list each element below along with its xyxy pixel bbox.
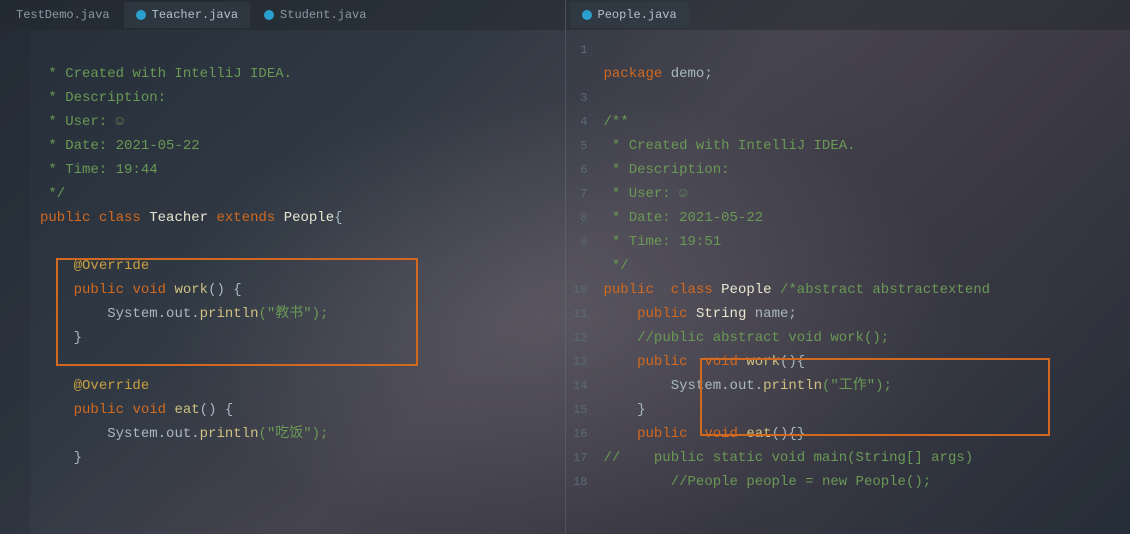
paren: () [208,282,225,298]
comment-line: //People people = new People(); [671,474,931,490]
left-tabs: TestDemo.java Teacher.java Student.java [0,0,565,30]
kw-void: void [132,402,166,418]
paren: () [200,402,217,418]
kw-public: public [74,402,124,418]
kw-public: public [637,426,687,442]
comment-line: /** [604,114,629,130]
class-icon [264,10,274,20]
semi: ; [788,306,796,322]
kw-void: void [704,426,738,442]
comment-line: * User: ☺ [40,114,124,130]
comment-line: * Date: 2021-05-22 [40,138,200,154]
println: println [763,378,822,394]
tab-people[interactable]: People.java [570,2,689,28]
tab-label: Student.java [280,8,366,22]
out: .out. [721,378,763,394]
type-string: String [696,306,746,322]
method-eat: eat [174,402,199,418]
right-pane: People.java 1 3 4 5 6 7 8 9 10 11 12 13 … [566,0,1130,534]
annotation-override: @Override [74,258,150,274]
string-literal: ("吃饭"); [258,426,328,442]
right-editor[interactable]: 1 3 4 5 6 7 8 9 10 11 12 13 14 15 16 17 … [566,30,1130,534]
sys: System [107,306,157,322]
abstract-comment: /*abstract abstractextend [780,282,990,298]
kw-public: public [637,354,687,370]
method-eat: eat [746,426,771,442]
brace: } [74,450,82,466]
comment-line: // public static void main(String[] args… [604,450,974,466]
annotation-override: @Override [74,378,150,394]
brace: { [225,402,233,418]
tab-teacher[interactable]: Teacher.java [124,2,250,28]
brace: } [74,330,82,346]
kw-void: void [132,282,166,298]
kw-public: public [74,282,124,298]
kw-public: public [40,210,90,226]
kw-extends: extends [216,210,275,226]
kw-void: void [704,354,738,370]
out: .out. [158,426,200,442]
comment-line: * Created with IntelliJ IDEA. [40,66,292,82]
out: .out. [158,306,200,322]
semi: ; [704,66,712,82]
comment-line: * Description: [604,162,730,178]
comment-line: * User: ☺ [604,186,688,202]
comment-line: * Created with IntelliJ IDEA. [604,138,856,154]
method-work: work [174,282,208,298]
sys: System [671,378,721,394]
left-pane: TestDemo.java Teacher.java Student.java … [0,0,566,534]
println: println [200,426,259,442]
left-editor[interactable]: * Created with IntelliJ IDEA. * Descript… [0,30,565,534]
field-name: name [755,306,789,322]
println: println [200,306,259,322]
brace: { [334,210,342,226]
brace: } [637,402,645,418]
left-gutter [0,30,30,534]
tab-label: TestDemo.java [16,8,110,22]
eat-sig: (){} [772,426,806,442]
comment-line: */ [604,258,629,274]
kw-class: class [99,210,141,226]
comment-line: //public abstract void work(); [637,330,889,346]
comment-line: */ [40,186,65,202]
tab-testdemo[interactable]: TestDemo.java [4,2,122,28]
string-literal: ("教书"); [258,306,328,322]
right-tabs: People.java [566,0,1130,30]
class-icon [582,10,592,20]
parent-class: People [284,210,334,226]
right-line-numbers: 1 3 4 5 6 7 8 9 10 11 12 13 14 15 16 17 … [566,30,594,534]
tab-label: People.java [598,8,677,22]
paren: () [780,354,797,370]
brace: { [797,354,805,370]
tab-label: Teacher.java [152,8,238,22]
class-icon [136,10,146,20]
class-name: People [721,282,771,298]
split-editor: TestDemo.java Teacher.java Student.java … [0,0,1130,534]
comment-line: * Description: [40,90,166,106]
string-literal: ("工作"); [822,378,892,394]
pkg-name: demo [671,66,705,82]
tab-student[interactable]: Student.java [252,2,378,28]
sys: System [107,426,157,442]
kw-class: class [671,282,713,298]
kw-package: package [604,66,663,82]
method-work: work [746,354,780,370]
comment-line: * Time: 19:44 [40,162,158,178]
kw-public: public [604,282,654,298]
class-name: Teacher [149,210,208,226]
left-code[interactable]: * Created with IntelliJ IDEA. * Descript… [30,30,565,534]
comment-line: * Date: 2021-05-22 [604,210,764,226]
kw-public: public [637,306,687,322]
comment-line: * Time: 19:51 [604,234,722,250]
brace: { [233,282,241,298]
right-code[interactable]: package demo; /** * Created with Intelli… [594,30,1130,534]
